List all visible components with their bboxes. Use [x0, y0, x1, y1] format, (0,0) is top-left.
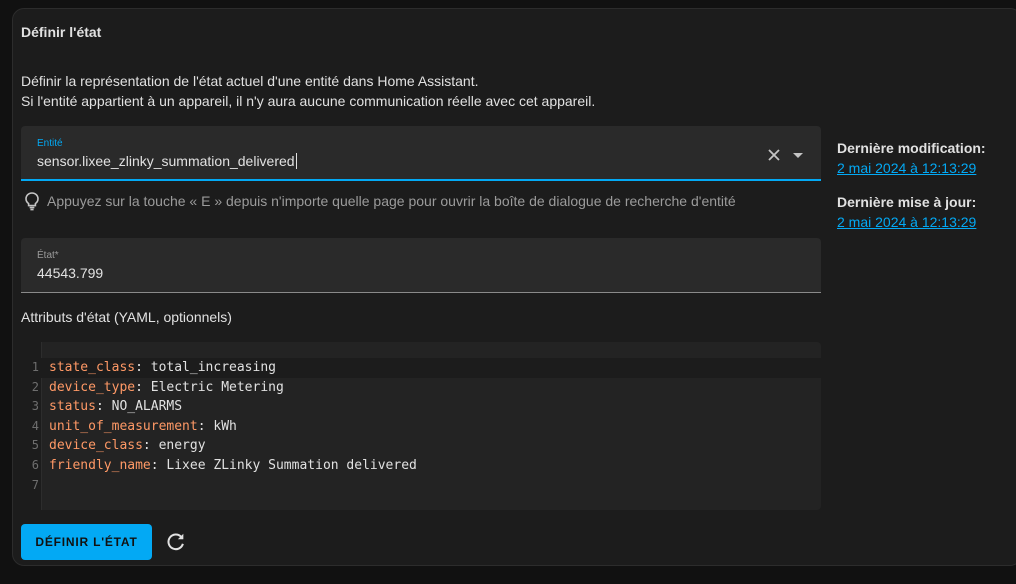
- entity-input-value: sensor.lixee_zlinky_summation_delivered: [37, 153, 295, 169]
- yaml-separator: :: [135, 379, 151, 395]
- yaml-key: unit_of_measurement: [49, 418, 198, 434]
- yaml-editor[interactable]: 1 state_class: total_increasing 2 device_ty…: [21, 342, 821, 510]
- code-line[interactable]: 3 status: NO_ALARMS: [21, 397, 821, 417]
- entity-picker[interactable]: Entité sensor.lixee_zlinky_summation_del…: [21, 126, 821, 181]
- line-number: 5: [31, 438, 39, 453]
- code-text: device_type: Electric Metering: [49, 378, 284, 398]
- yaml-separator: :: [95, 399, 112, 415]
- code-line[interactable]: 4 unit_of_measurement: kWh: [21, 417, 821, 437]
- hint-text: Appuyez sur la touche « E » depuis n'imp…: [47, 193, 736, 209]
- lightbulb-icon: [25, 192, 39, 211]
- line-number: 6: [31, 457, 39, 472]
- line-number: 4: [31, 418, 39, 433]
- line-number: 7: [31, 477, 39, 492]
- yaml-value: Lixee ZLinky Summation delivered: [166, 457, 417, 473]
- code-line[interactable]: 7: [21, 476, 821, 496]
- description-line-2: Si l'entité appartient à un appareil, il…: [21, 93, 596, 109]
- yaml-key: device_class: [49, 438, 143, 454]
- yaml-separator: :: [135, 360, 151, 375]
- line-number: 1: [31, 360, 39, 374]
- last-updated-block: Dernière mise à jour: 2 mai 2024 à 12:13…: [837, 194, 976, 230]
- refresh-icon[interactable]: [164, 530, 188, 554]
- yaml-separator: :: [197, 418, 214, 434]
- yaml-key: state_class: [49, 360, 136, 375]
- yaml-key: device_type: [49, 379, 136, 395]
- yaml-key: friendly_name: [49, 457, 151, 473]
- entity-search-hint: Appuyez sur la touche « E » depuis n'imp…: [23, 190, 736, 212]
- state-field-label: État*: [37, 250, 59, 261]
- code-text: friendly_name: Lixee ZLinky Summation de…: [49, 456, 417, 476]
- yaml-value: kWh: [213, 418, 237, 434]
- description-line-1: Définir la représentation de l'état actu…: [21, 73, 479, 89]
- yaml-value: energy: [158, 438, 206, 454]
- card-description: Définir la représentation de l'état actu…: [21, 71, 595, 111]
- entity-input[interactable]: sensor.lixee_zlinky_summation_delivered: [37, 153, 297, 169]
- entity-field-label: Entité: [37, 138, 63, 149]
- line-number: 3: [31, 399, 39, 414]
- last-changed-label: Dernière modification:: [837, 140, 986, 156]
- last-updated-link[interactable]: 2 mai 2024 à 12:13:29: [837, 214, 976, 230]
- line-number: 2: [31, 379, 39, 394]
- attributes-title: Attributs d'état (YAML, optionnels): [21, 309, 232, 325]
- yaml-value: total_increasing: [150, 360, 276, 375]
- code-line[interactable]: 6 friendly_name: Lixee ZLinky Summation d…: [21, 456, 821, 476]
- code-line[interactable]: 2 device_type: Electric Metering: [21, 378, 821, 398]
- last-changed-link[interactable]: 2 mai 2024 à 12:13:29: [837, 160, 986, 176]
- code-line[interactable]: 5 device_class: energy: [21, 436, 821, 456]
- yaml-lines[interactable]: 1 state_class: total_increasing 2 device_ty…: [21, 358, 821, 495]
- set-state-card: Définir l'état Définir la représentation…: [12, 8, 1016, 566]
- close-icon[interactable]: [765, 146, 783, 164]
- code-text: state_class: total_increasing: [49, 358, 276, 378]
- yaml-separator: :: [150, 457, 167, 473]
- code-text: device_class: energy: [49, 436, 206, 456]
- text-cursor: [295, 153, 297, 169]
- set-state-button[interactable]: DÉFINIR L'ÉTAT: [21, 524, 152, 560]
- state-input[interactable]: 44543.799: [37, 265, 103, 281]
- last-changed-block: Dernière modification: 2 mai 2024 à 12:1…: [837, 140, 986, 176]
- state-field[interactable]: État* 44543.799: [21, 238, 821, 293]
- yaml-value: NO_ALARMS: [111, 399, 183, 415]
- yaml-separator: :: [142, 438, 159, 454]
- chevron-down-icon[interactable]: [789, 146, 807, 164]
- code-line[interactable]: 1 state_class: total_increasing: [21, 358, 821, 378]
- code-text: status: NO_ALARMS: [49, 397, 182, 417]
- code-text: unit_of_measurement: kWh: [49, 417, 237, 437]
- last-updated-label: Dernière mise à jour:: [837, 194, 977, 210]
- yaml-value: Electric Metering: [150, 379, 284, 395]
- card-title: Définir l'état: [21, 24, 102, 40]
- yaml-key: status: [49, 399, 96, 415]
